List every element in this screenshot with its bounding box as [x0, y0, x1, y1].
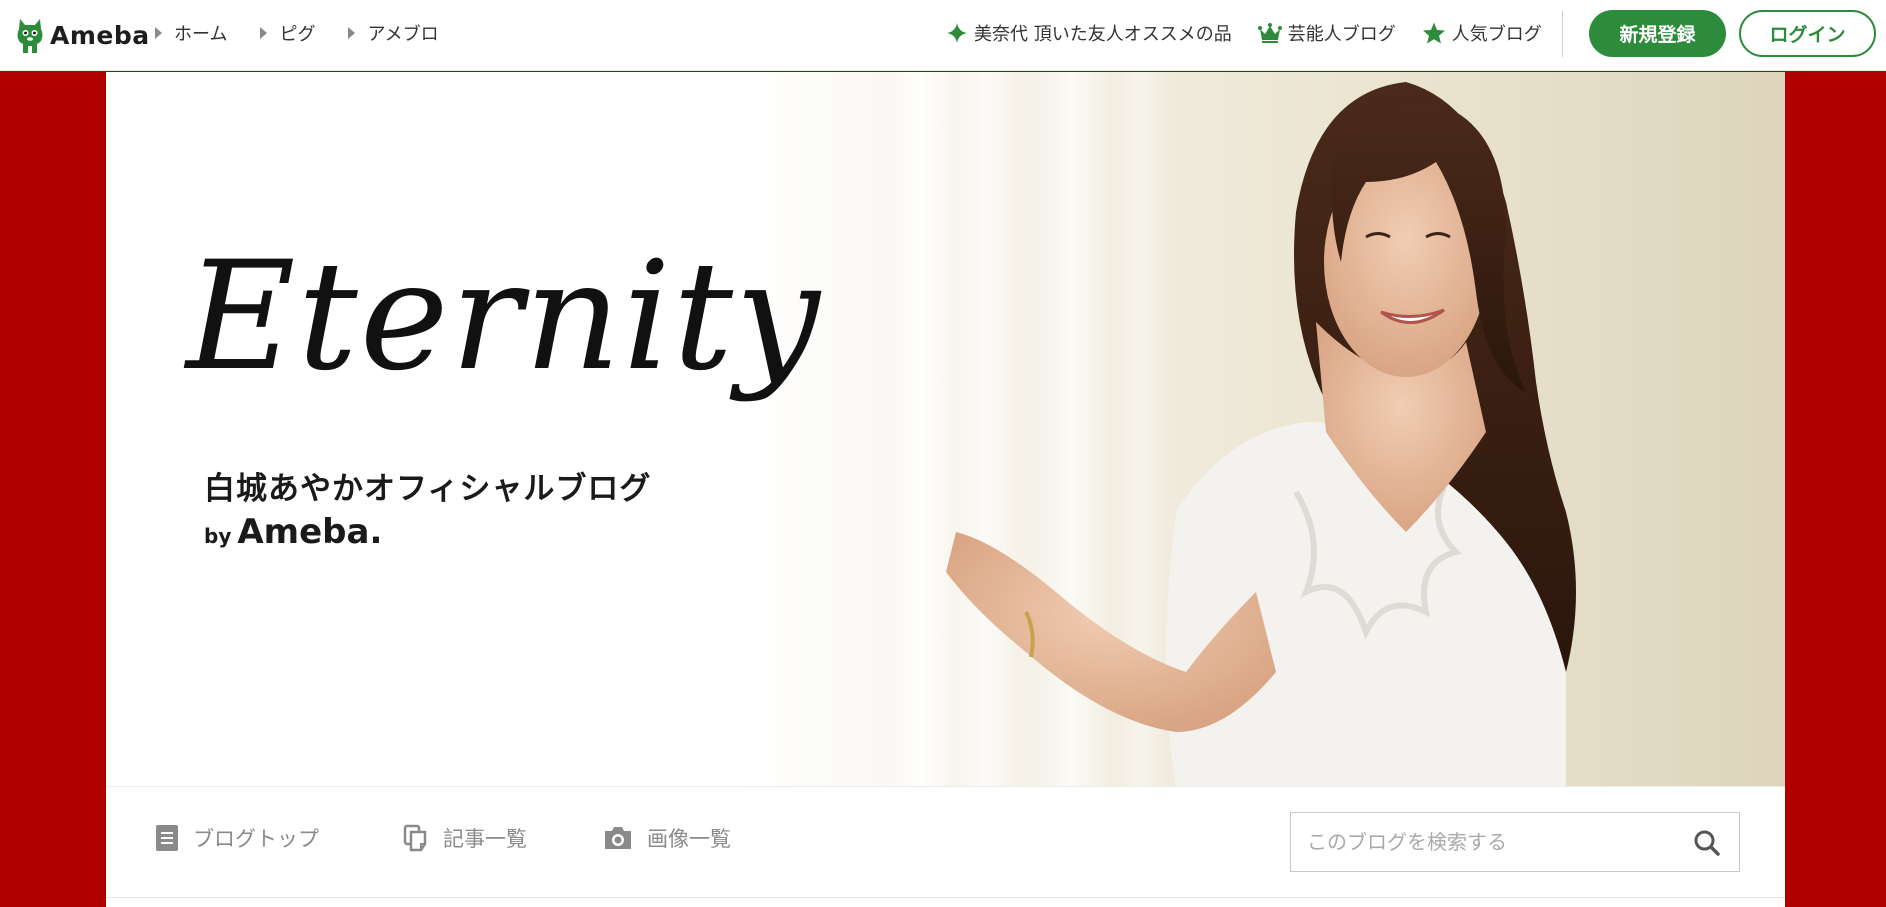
- global-nav-left: ホーム ピグ アメブロ: [155, 0, 472, 66]
- header-divider: [1562, 11, 1563, 57]
- image-list-link[interactable]: 画像一覧: [603, 823, 731, 853]
- sparkle-icon: [947, 23, 967, 43]
- blog-search-box: [1290, 812, 1740, 872]
- star-icon: [1422, 22, 1445, 44]
- ameba-mascot-icon: [17, 19, 43, 53]
- triangle-right-icon: [348, 27, 356, 39]
- blog-top-label: ブログトップ: [193, 827, 319, 851]
- blog-subtitle: 白城あやかオフィシャルブログ: [204, 471, 652, 507]
- login-button[interactable]: ログイン: [1739, 10, 1876, 57]
- logo-wordmark: Ameba: [50, 20, 150, 50]
- nav-home[interactable]: ホーム: [155, 20, 227, 46]
- triangle-right-icon: [155, 27, 162, 39]
- nav-recommended-post[interactable]: 美奈代 頂いた友人オススメの品: [946, 20, 1232, 46]
- blog-by-ameba: by Ameba.: [204, 512, 382, 552]
- nav-recommended-post-label: 美奈代 頂いた友人オススメの品: [974, 24, 1232, 45]
- article-list-label: 記事一覧: [443, 827, 527, 851]
- search-button[interactable]: [1689, 825, 1725, 861]
- crown-icon: [1257, 23, 1282, 43]
- blog-nav-bar: ブログトップ 記事一覧 画像一覧: [106, 786, 1785, 897]
- woman-portrait-image: [946, 82, 1576, 786]
- triangle-right-icon: [260, 27, 268, 39]
- article-list-link[interactable]: 記事一覧: [403, 823, 527, 853]
- document-icon: [156, 825, 178, 851]
- blog-title-script: Eternity: [186, 230, 822, 404]
- nav-celebrity-blog[interactable]: 芸能人ブログ: [1257, 20, 1396, 46]
- nav-popular-blog-label: 人気ブログ: [1451, 24, 1542, 45]
- blog-header-banner[interactable]: Eternity 白城あやかオフィシャルブログ by Ameba.: [106, 72, 1785, 786]
- nav-celebrity-blog-label: 芸能人ブログ: [1287, 24, 1396, 45]
- register-button[interactable]: 新規登録: [1589, 10, 1726, 57]
- image-list-label: 画像一覧: [647, 827, 731, 851]
- by-label: by: [204, 524, 232, 548]
- nav-ameblo[interactable]: アメブロ: [348, 20, 439, 46]
- camera-icon: [605, 827, 631, 849]
- nav-home-label: ホーム: [174, 24, 228, 45]
- nav-ameblo-label: アメブロ: [367, 24, 439, 45]
- search-icon: [1694, 830, 1720, 856]
- nav-pigg-label: ピグ: [279, 24, 316, 45]
- blog-top-link[interactable]: ブログトップ: [155, 823, 319, 853]
- ameba-logo[interactable]: Ameba: [14, 14, 150, 56]
- copy-icon: [403, 824, 427, 852]
- nav-popular-blog[interactable]: 人気ブログ: [1422, 20, 1542, 46]
- global-header: Ameba ホーム ピグ アメブロ 美奈代 頂いた友人オススメの品 芸能人ブログ…: [0, 0, 1886, 71]
- ameba-brand: Ameba.: [237, 512, 383, 552]
- global-nav-right: 美奈代 頂いた友人オススメの品 芸能人ブログ 人気ブログ: [946, 0, 1568, 66]
- content-area-top: [106, 897, 1785, 907]
- nav-pigg[interactable]: ピグ: [260, 20, 315, 46]
- blog-search-input[interactable]: [1291, 813, 1687, 871]
